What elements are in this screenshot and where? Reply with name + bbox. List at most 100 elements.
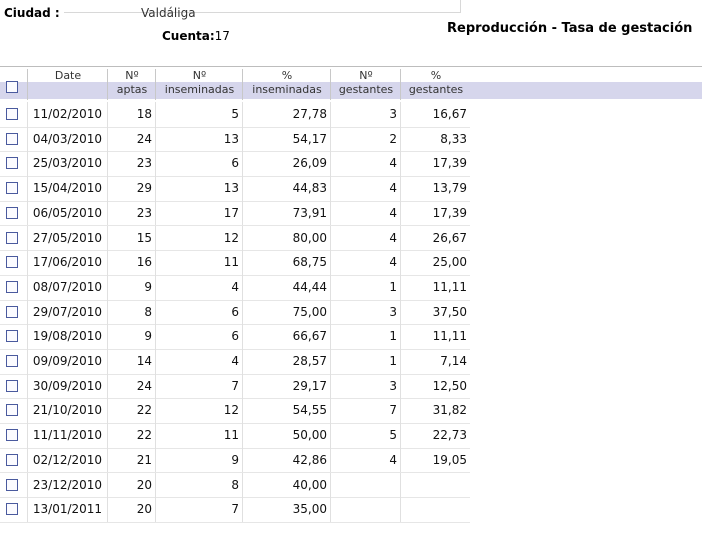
table-cell: 11,11 xyxy=(400,324,470,349)
row-checkbox[interactable] xyxy=(6,305,18,318)
table-cell: 73,91 xyxy=(242,200,330,226)
table-cell: 8 xyxy=(155,472,242,498)
column-header-line2: aptas xyxy=(116,83,148,96)
table-row[interactable]: 19/08/2010 9 6 66,67 1 11,11 xyxy=(0,324,470,350)
column-header-aptas[interactable]: Nº aptas xyxy=(107,69,156,100)
table-cell: 4 xyxy=(330,225,400,251)
row-checkbox[interactable] xyxy=(6,206,18,219)
table-cell: 18 xyxy=(107,102,155,127)
select-all-checkbox[interactable] xyxy=(6,81,18,93)
row-checkbox[interactable] xyxy=(6,280,18,293)
column-header-date[interactable]: Date xyxy=(27,69,108,100)
table-cell: 11 xyxy=(155,250,242,275)
row-checkbox[interactable] xyxy=(6,404,18,417)
table-row[interactable]: 23/12/2010 20 8 40,00 xyxy=(0,472,470,499)
table-cell: 6 xyxy=(155,151,242,177)
row-checkbox[interactable] xyxy=(6,157,18,170)
table-cell xyxy=(400,497,470,522)
table-cell: 4 xyxy=(155,349,242,374)
table-cell xyxy=(330,497,400,522)
table-row[interactable]: 08/07/2010 9 4 44,44 1 11,11 xyxy=(0,274,470,301)
table-cell: 19,05 xyxy=(400,447,470,473)
row-checkbox[interactable] xyxy=(6,453,18,466)
table-cell: 75,00 xyxy=(242,299,330,325)
row-checkbox[interactable] xyxy=(6,379,18,392)
row-checkbox[interactable] xyxy=(6,132,18,145)
city-value: Valdáliga xyxy=(141,6,196,20)
table-cell: 29 xyxy=(107,176,155,201)
table-cell: 15 xyxy=(107,225,155,251)
table-cell: 9 xyxy=(107,274,155,300)
table-cell: 13 xyxy=(155,176,242,201)
table-cell: 09/09/2010 xyxy=(27,349,107,374)
table-cell: 12 xyxy=(155,225,242,251)
table-row[interactable]: 17/06/2010 16 11 68,75 4 25,00 xyxy=(0,250,470,276)
table-cell: 3 xyxy=(330,373,400,399)
table-cell: 12,50 xyxy=(400,373,470,399)
table-cell: 11,11 xyxy=(400,274,470,300)
column-header-line1: Date xyxy=(54,69,82,82)
column-header-gestantes[interactable]: Nº gestantes xyxy=(330,69,401,100)
table-cell: 22 xyxy=(107,423,155,448)
row-checkbox[interactable] xyxy=(6,429,18,442)
table-cell: 17/06/2010 xyxy=(27,250,107,275)
row-checkbox[interactable] xyxy=(6,256,18,269)
column-header-line1: % xyxy=(281,69,293,82)
table-cell: 14 xyxy=(107,349,155,374)
table-row[interactable]: 09/09/2010 14 4 28,57 1 7,14 xyxy=(0,349,470,375)
table-row[interactable]: 06/05/2010 23 17 73,91 4 17,39 xyxy=(0,200,470,227)
table-cell: 31,82 xyxy=(400,398,470,424)
table-cell: 11 xyxy=(155,423,242,448)
table-cell: 3 xyxy=(330,102,400,127)
table-cell: 6 xyxy=(155,324,242,349)
table-cell: 44,44 xyxy=(242,274,330,300)
table-row[interactable]: 21/10/2010 22 12 54,55 7 31,82 xyxy=(0,398,470,425)
row-checkbox[interactable] xyxy=(6,330,18,343)
table-cell: 4 xyxy=(330,176,400,201)
table-cell: 29,17 xyxy=(242,373,330,399)
table-cell: 8 xyxy=(107,299,155,325)
table-cell: 7 xyxy=(155,497,242,522)
table-row[interactable]: 13/01/2011 20 7 35,00 xyxy=(0,497,470,523)
row-checkbox[interactable] xyxy=(6,182,18,195)
column-header-pct-inseminadas[interactable]: % inseminadas xyxy=(242,69,331,100)
column-header-inseminadas[interactable]: Nº inseminadas xyxy=(155,69,243,100)
table-row[interactable]: 11/02/2010 18 5 27,78 3 16,67 xyxy=(0,102,470,128)
row-checkbox[interactable] xyxy=(6,355,18,367)
record-count: Cuenta:17 xyxy=(162,29,230,43)
report-title: Reproducción - Tasa de gestación xyxy=(447,21,693,36)
table-cell xyxy=(400,472,470,498)
table-cell: 4 xyxy=(330,250,400,275)
column-header-line2: inseminadas xyxy=(164,83,235,96)
table-row[interactable]: 27/05/2010 15 12 80,00 4 26,67 xyxy=(0,225,470,252)
table-cell: 19/08/2010 xyxy=(27,324,107,349)
table-row[interactable]: 04/03/2010 24 13 54,17 2 8,33 xyxy=(0,126,470,153)
table-cell: 7 xyxy=(330,398,400,424)
table-cell: 54,55 xyxy=(242,398,330,424)
table-row[interactable]: 25/03/2010 23 6 26,09 4 17,39 xyxy=(0,151,470,178)
row-checkbox[interactable] xyxy=(6,478,18,491)
table-row[interactable]: 02/12/2010 21 9 42,86 4 19,05 xyxy=(0,447,470,474)
table-cell: 02/12/2010 xyxy=(27,447,107,473)
table-cell: 13 xyxy=(155,126,242,152)
table-cell: 26,67 xyxy=(400,225,470,251)
table-row[interactable]: 30/09/2010 24 7 29,17 3 12,50 xyxy=(0,373,470,400)
table-cell: 25,00 xyxy=(400,250,470,275)
table-cell: 25/03/2010 xyxy=(27,151,107,177)
count-label: Cuenta: xyxy=(162,29,215,43)
column-header-pct-gestantes[interactable]: % gestantes xyxy=(400,69,471,100)
table-row[interactable]: 29/07/2010 8 6 75,00 3 37,50 xyxy=(0,299,470,326)
table-cell: 50,00 xyxy=(242,423,330,448)
row-checkbox[interactable] xyxy=(6,108,18,120)
table-row[interactable]: 11/11/2010 22 11 50,00 5 22,73 xyxy=(0,423,470,449)
table-cell: 12 xyxy=(155,398,242,424)
table-cell: 37,50 xyxy=(400,299,470,325)
table-cell: 17,39 xyxy=(400,200,470,226)
row-checkbox[interactable] xyxy=(6,231,18,244)
table-row[interactable]: 15/04/2010 29 13 44,83 4 13,79 xyxy=(0,176,470,202)
header-divider-vertical xyxy=(460,0,461,13)
table-cell: 04/03/2010 xyxy=(27,126,107,152)
row-checkbox[interactable] xyxy=(6,503,18,516)
table-cell: 17 xyxy=(155,200,242,226)
table-cell: 15/04/2010 xyxy=(27,176,107,201)
